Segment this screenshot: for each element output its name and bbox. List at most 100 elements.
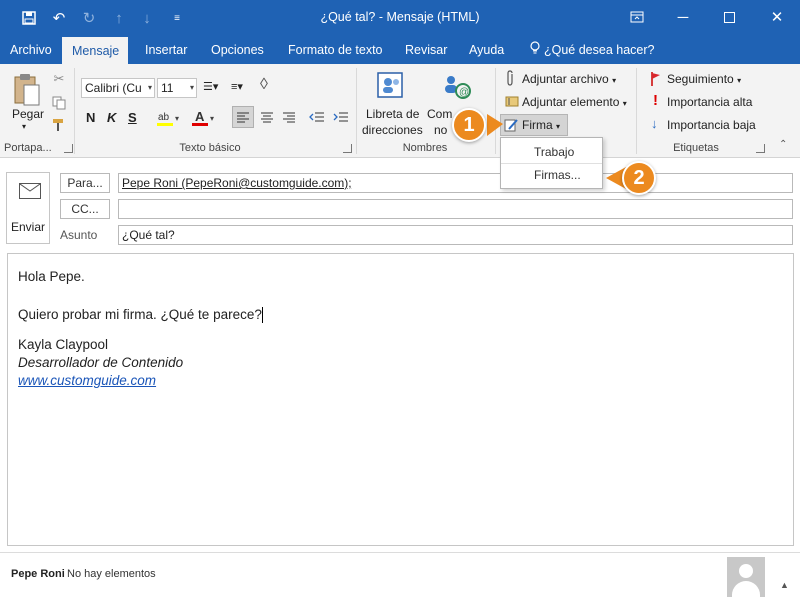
divider: [636, 68, 637, 154]
signature-link[interactable]: www.customguide.com: [18, 372, 783, 390]
signature-dropdown: Trabajo Firmas...: [500, 137, 603, 189]
tab-insertar[interactable]: Insertar: [135, 36, 197, 64]
clipboard-group-label: Portapa...: [4, 142, 52, 154]
send-button[interactable]: Enviar: [6, 172, 50, 244]
high-importance-button[interactable]: Importancia alta: [667, 95, 752, 109]
maximize-button[interactable]: [706, 0, 752, 34]
follow-up-button[interactable]: Seguimiento ▾: [667, 72, 741, 86]
numbering-icon[interactable]: ≡▾: [231, 80, 243, 93]
to-button[interactable]: Para...: [60, 173, 110, 193]
paperclip-icon: [503, 70, 517, 86]
align-right-icon[interactable]: [278, 106, 300, 128]
svg-text:@: @: [459, 87, 469, 98]
address-book-label-1[interactable]: Libreta de: [366, 107, 419, 121]
underline-button[interactable]: S: [128, 110, 137, 125]
avatar[interactable]: [727, 557, 765, 597]
contact-name: Pepe Roni: [11, 568, 65, 580]
message-body[interactable]: Hola Pepe. Quiero probar mi firma. ¿Qué …: [7, 253, 794, 546]
subject-field[interactable]: ¿Qué tal?: [118, 225, 793, 245]
basic-text-group-label: Texto básico: [179, 142, 241, 154]
address-book-icon[interactable]: [374, 70, 408, 100]
send-label: Enviar: [10, 220, 45, 234]
people-pane: Pepe Roni No hay elementos: [0, 552, 800, 600]
minimize-button[interactable]: ─: [660, 0, 706, 34]
close-button[interactable]: ✕: [754, 0, 800, 34]
signatures-menu-item[interactable]: Firmas...: [501, 163, 602, 185]
align-left-icon[interactable]: [232, 106, 254, 128]
format-painter-icon[interactable]: [50, 116, 68, 134]
body-line: Quiero probar mi firma. ¿Qué te parece?: [18, 307, 262, 322]
envelope-icon: [19, 183, 41, 199]
chevron-down-icon: ▾: [612, 76, 617, 85]
font-size-select[interactable]: 11 ▾: [157, 78, 197, 98]
signature-text: Firma: [522, 118, 553, 132]
check-names-icon[interactable]: @: [440, 70, 474, 102]
subject-label: Asunto: [60, 228, 98, 242]
font-name-value: Calibri (Cu: [85, 81, 142, 95]
increase-indent-icon[interactable]: [330, 106, 352, 128]
basic-text-launcher-icon[interactable]: [343, 144, 352, 153]
chevron-down-icon: ▾: [189, 83, 194, 92]
low-importance-icon: ↓: [651, 116, 658, 131]
bullets-icon[interactable]: ☰▾: [203, 80, 218, 93]
low-importance-button[interactable]: Importancia baja: [667, 118, 756, 132]
chevron-down-icon: ▾: [737, 76, 742, 85]
clipboard-launcher-icon[interactable]: [64, 144, 73, 153]
attach-file-button[interactable]: Adjuntar archivo ▾: [522, 72, 616, 86]
ribbon: Pegar ▾ ✂ Portapa... Calibri (Cu ▾ 11 ▾ ☰▾…: [0, 64, 800, 158]
follow-up-label: Seguimiento: [667, 72, 734, 86]
ribbon-display-icon[interactable]: [614, 0, 660, 34]
paste-icon[interactable]: [12, 72, 42, 108]
tab-opciones[interactable]: Opciones: [201, 36, 274, 64]
callout-tail-1: [487, 114, 503, 136]
tell-me-search[interactable]: ¿Qué desea hacer?: [520, 36, 665, 64]
collapse-ribbon-icon[interactable]: ⌃: [779, 139, 787, 150]
chevron-down-icon: ▾: [147, 83, 152, 92]
italic-button[interactable]: K: [107, 110, 116, 125]
svg-text:A: A: [195, 109, 205, 124]
attach-file-label: Adjuntar archivo: [522, 72, 609, 86]
check-names-label-1[interactable]: Com: [427, 107, 452, 121]
cc-field[interactable]: [118, 199, 793, 219]
text-caret: [261, 307, 263, 324]
paste-label[interactable]: Pegar: [12, 107, 44, 121]
tab-archivo[interactable]: Archivo: [0, 36, 62, 64]
callout-step-2: 2: [622, 161, 656, 195]
expand-people-pane-icon[interactable]: ▲: [780, 580, 789, 590]
decrease-indent-icon[interactable]: [306, 106, 328, 128]
font-size-value: 11: [161, 81, 174, 95]
ribbon-tabs: Archivo Mensaje Insertar Opciones Format…: [0, 36, 800, 64]
to-field[interactable]: Pepe Roni (PepeRoni@customguide.com);: [118, 173, 793, 193]
cut-icon[interactable]: ✂: [50, 70, 68, 88]
tags-group-label: Etiquetas: [673, 142, 719, 154]
attach-item-label: Adjuntar elemento: [522, 95, 620, 109]
address-book-label-2[interactable]: direcciones: [362, 123, 423, 137]
svg-text:▾: ▾: [175, 114, 179, 123]
signature-label[interactable]: Firma ▾: [522, 118, 560, 132]
names-group-label: Nombres: [402, 142, 448, 154]
tab-formato-de-texto[interactable]: Formato de texto: [278, 36, 393, 64]
attach-item-button[interactable]: Adjuntar elemento ▾: [522, 95, 627, 109]
lightbulb-icon: [530, 36, 540, 64]
align-center-icon[interactable]: [256, 106, 278, 128]
divider: [74, 68, 75, 154]
highlight-icon[interactable]: ab ▾: [155, 108, 183, 128]
font-color-icon[interactable]: A ▾: [190, 108, 218, 128]
tab-mensaje[interactable]: Mensaje: [62, 37, 128, 64]
svg-text:▾: ▾: [210, 114, 214, 123]
tab-revisar[interactable]: Revisar: [395, 36, 457, 64]
signature-option-trabajo[interactable]: Trabajo: [501, 141, 602, 163]
tags-launcher-icon[interactable]: [756, 144, 765, 153]
bold-button[interactable]: N: [86, 110, 95, 125]
cc-button[interactable]: CC...: [60, 199, 110, 219]
contact-status: No hay elementos: [67, 568, 156, 580]
paste-chevron-icon[interactable]: ▾: [22, 122, 26, 131]
callout-step-1: 1: [452, 108, 486, 142]
to-recipient: Pepe Roni (PepeRoni@customguide.com);: [122, 176, 352, 190]
check-names-label-2[interactable]: no: [434, 123, 447, 137]
clear-formatting-icon[interactable]: ◊: [260, 76, 268, 94]
tab-ayuda[interactable]: Ayuda: [459, 36, 514, 64]
title-bar: ↶ ↻ ↑ ↓ ≡ ¿Qué tal? - Mensaje (HTML) ─ ✕: [0, 0, 800, 36]
font-name-select[interactable]: Calibri (Cu ▾: [81, 78, 155, 98]
copy-icon[interactable]: [50, 94, 68, 112]
